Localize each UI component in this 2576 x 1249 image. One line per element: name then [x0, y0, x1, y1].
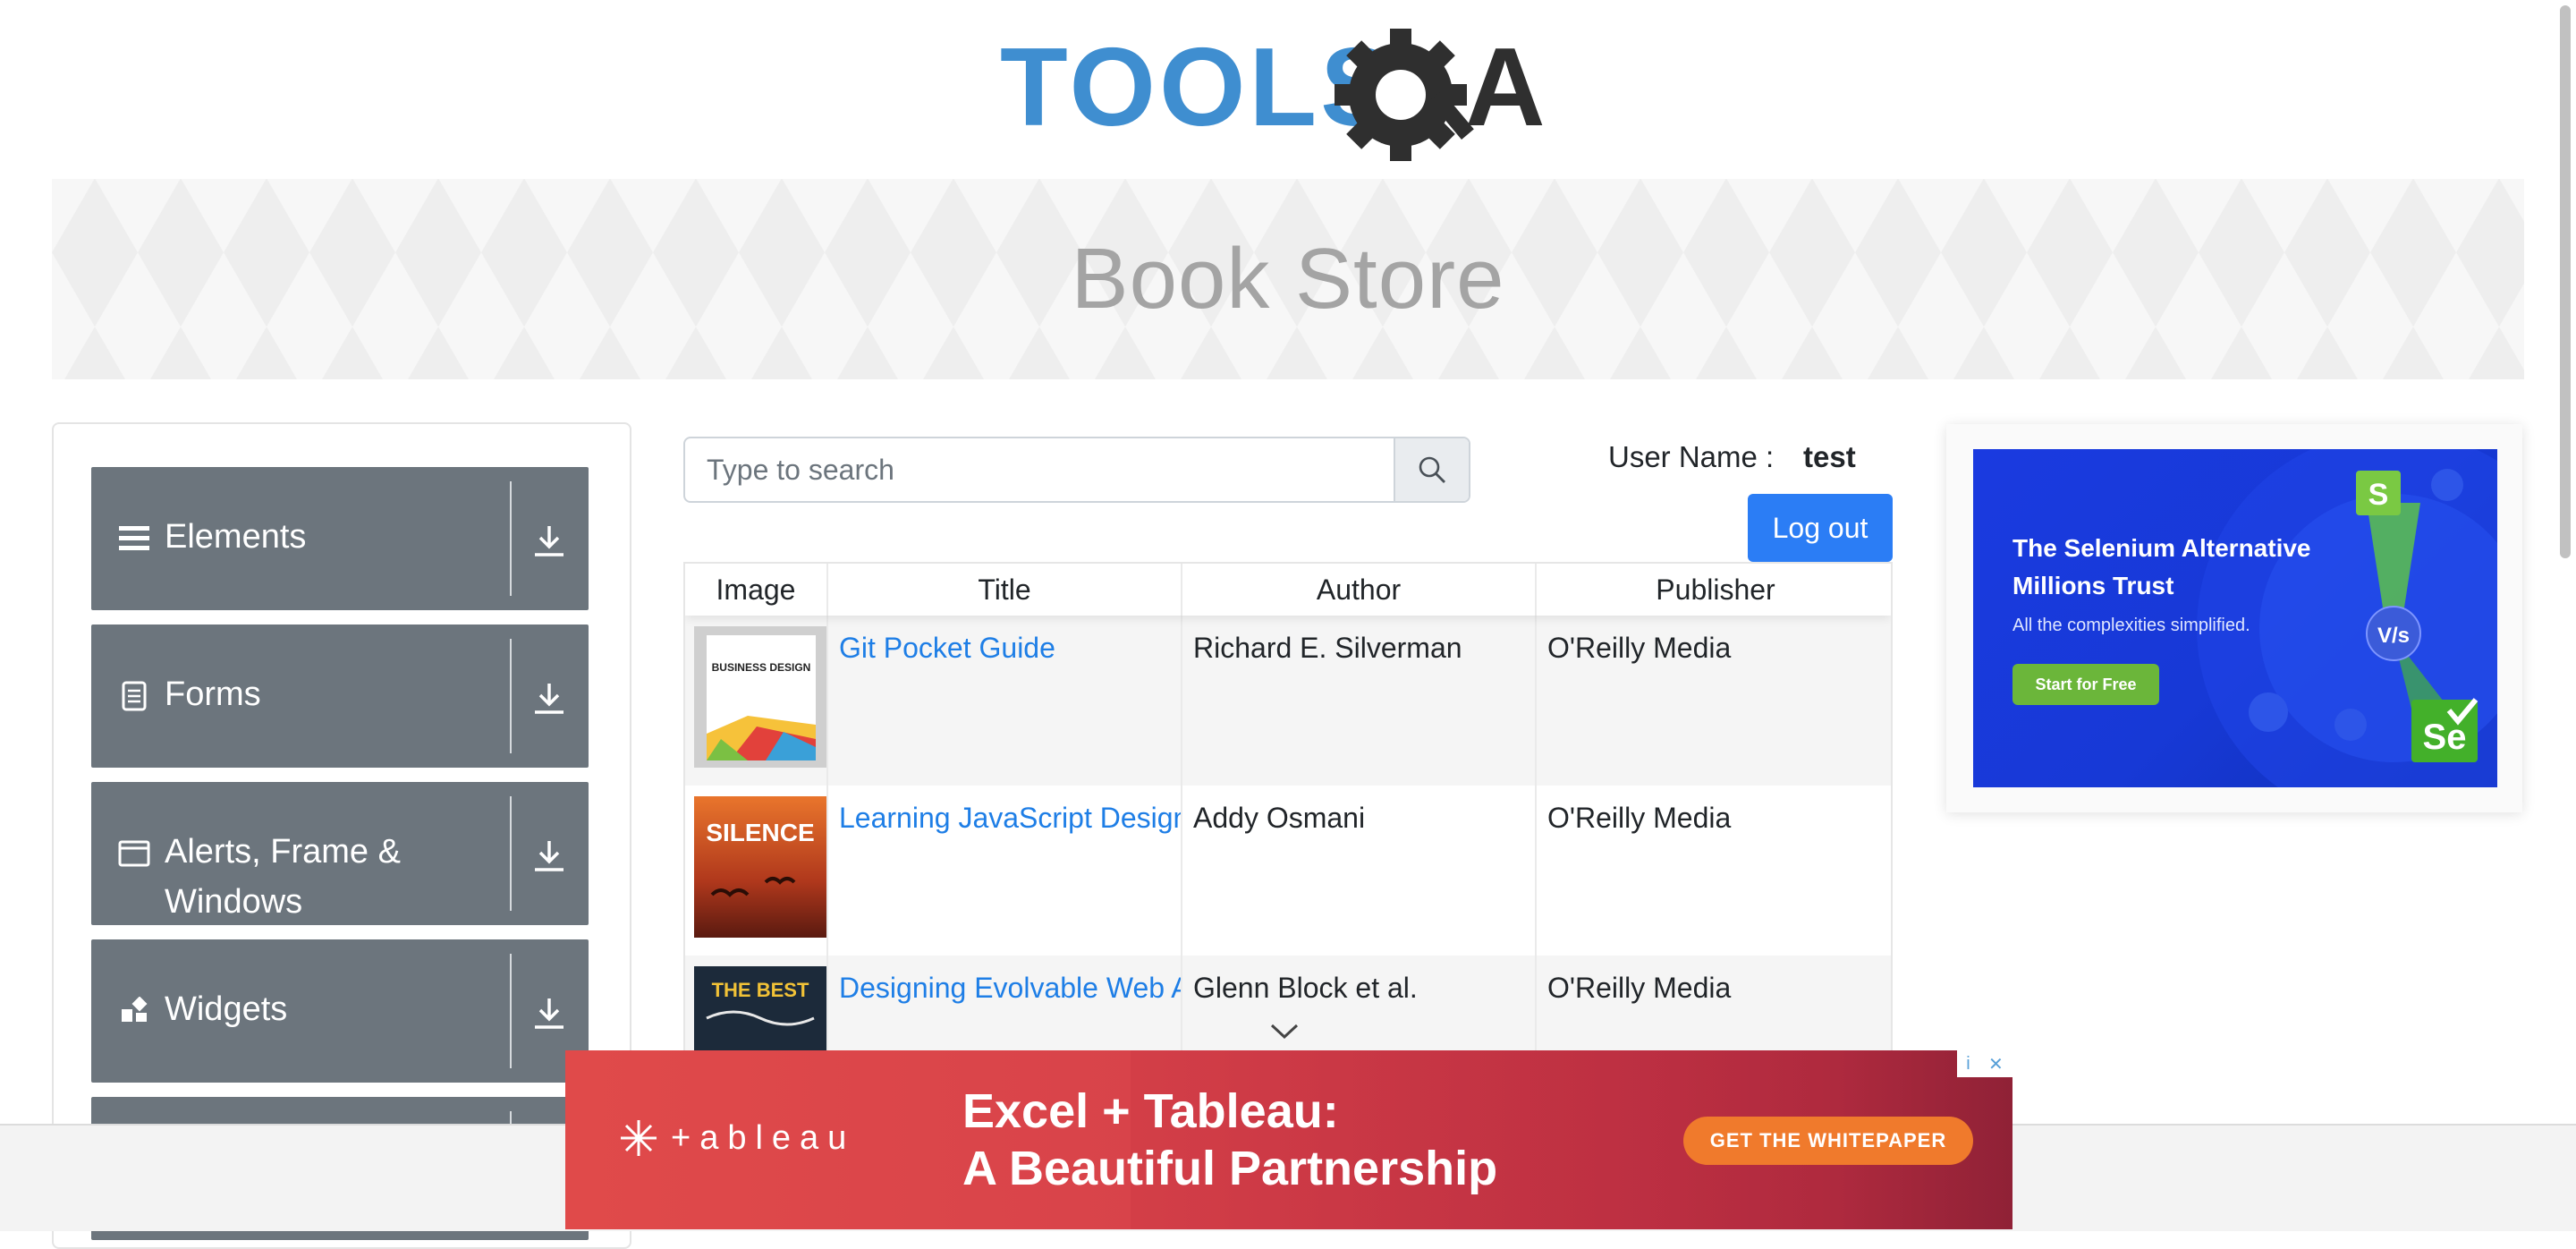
sidebar-group-label: Widgets	[165, 990, 288, 1028]
sidebar-group-alerts[interactable]: Alerts, Frame & Windows	[91, 782, 589, 925]
column-header-author[interactable]: Author	[1182, 564, 1537, 616]
download-icon[interactable]	[530, 523, 569, 558]
column-header-image[interactable]: Image	[685, 564, 828, 616]
ad-headline: The Selenium Alternative Millions Trust	[2012, 534, 2311, 599]
start-free-button[interactable]: Start for Free	[2012, 664, 2159, 705]
close-icon[interactable]: ✕	[1988, 1053, 2004, 1075]
svg-text:BUSINESS DESIGN: BUSINESS DESIGN	[712, 661, 811, 674]
tableau-logo: +ableau	[615, 1115, 855, 1161]
user-name-label: User Name :	[1608, 440, 1775, 473]
ad-headline: Excel + Tableau: A Beautiful Partnership	[962, 1083, 1497, 1197]
book-publisher: O'Reilly Media	[1547, 632, 1732, 664]
book-title-link[interactable]: Git Pocket Guide	[839, 632, 1055, 665]
svg-text:THE BEST: THE BEST	[712, 979, 809, 1001]
sidebar-group-label: Alerts, Frame & Windows	[165, 833, 401, 921]
sidebar-group-elements[interactable]: Elements	[91, 467, 589, 610]
search-button[interactable]	[1394, 438, 1469, 501]
document-icon	[118, 680, 150, 712]
book-author: Richard E. Silverman	[1193, 632, 1462, 664]
divider	[510, 481, 512, 596]
logo-graphic: TOOLS A	[1000, 26, 1546, 161]
page-banner: Book Store	[52, 179, 2524, 379]
hamburger-icon	[118, 523, 150, 555]
ad-headline-line2: A Beautiful Partnership	[962, 1142, 1498, 1195]
cell-image: BUSINESS DESIGN	[685, 616, 828, 786]
sidebar-group-widgets[interactable]: Widgets	[91, 939, 589, 1083]
book-title-link[interactable]: Learning JavaScript Design Patterns	[839, 802, 1181, 835]
tableau-brand: +ableau	[671, 1118, 856, 1157]
tableau-plus-icon	[621, 1120, 657, 1156]
book-author: Glenn Block et al.	[1193, 972, 1418, 1004]
toolsqa-logo[interactable]: TOOLS A	[1000, 25, 1581, 168]
sidebar-group-label: Forms	[165, 675, 261, 713]
sidebar-group-label: Elements	[165, 518, 307, 556]
chevron-down-icon[interactable]	[1268, 1022, 1301, 1041]
svg-text:S: S	[2368, 478, 2389, 512]
cell-image: SILENCE	[685, 786, 828, 956]
scrollbar-thumb[interactable]	[2560, 5, 2571, 558]
page-title: Book Store	[1071, 231, 1505, 327]
column-header-publisher[interactable]: Publisher	[1537, 564, 1891, 616]
divider	[510, 954, 512, 1068]
right-ad-container: S V/s Se The Selenium Alternative Millio…	[1946, 424, 2522, 812]
column-header-title[interactable]: Title	[828, 564, 1182, 616]
sidebar-group-forms[interactable]: Forms	[91, 624, 589, 768]
download-icon[interactable]	[530, 995, 569, 1031]
table-row: BUSINESS DESIGN Git Pocket Guide Richard…	[685, 616, 1891, 786]
search-icon	[1419, 456, 1445, 483]
cell-publisher: O'Reilly Media	[1537, 616, 1891, 786]
book-title-link[interactable]: Designing Evolvable Web APIs with ASP.NE…	[839, 972, 1181, 1005]
ad-subtext: All the complexities simplified.	[2012, 616, 2250, 635]
info-icon[interactable]: i	[1966, 1054, 1970, 1075]
cell-publisher: O'Reilly Media	[1537, 786, 1891, 956]
book-cover-image: SILENCE	[694, 796, 826, 938]
divider	[510, 639, 512, 753]
book-author: Addy Osmani	[1193, 802, 1366, 834]
cell-author: Richard E. Silverman	[1182, 616, 1537, 786]
cell-author: Addy Osmani	[1182, 786, 1537, 956]
ad-headline-line1: Excel + Tableau:	[962, 1084, 1339, 1138]
svg-text:A: A	[1465, 26, 1546, 149]
get-whitepaper-button[interactable]: GET THE WHITEPAPER	[1683, 1117, 1973, 1165]
search-input[interactable]	[685, 438, 1394, 501]
download-icon[interactable]	[530, 680, 569, 716]
tableau-ad[interactable]: +ableau Excel + Tableau: A Beautiful Par…	[565, 1050, 2012, 1229]
svg-text:SILENCE: SILENCE	[706, 819, 814, 846]
table-row: SILENCE Learning JavaScript Design Patte…	[685, 786, 1891, 956]
svg-text:Se: Se	[2423, 718, 2467, 757]
svg-text:V/s: V/s	[2377, 624, 2410, 648]
search-box	[683, 437, 1470, 503]
cell-title: Git Pocket Guide	[828, 616, 1182, 786]
download-icon[interactable]	[530, 837, 569, 873]
book-publisher: O'Reilly Media	[1547, 802, 1732, 834]
divider	[510, 796, 512, 911]
selenium-ad[interactable]: S V/s Se The Selenium Alternative Millio…	[1973, 449, 2497, 787]
gear-icon	[1335, 29, 1474, 161]
ad-choices: i ✕	[1957, 1050, 2012, 1077]
logout-button[interactable]: Log out	[1748, 494, 1893, 562]
window-icon	[118, 837, 150, 870]
widgets-icon	[118, 995, 150, 1027]
cell-title: Learning JavaScript Design Patterns	[828, 786, 1182, 956]
book-cover-image: BUSINESS DESIGN	[694, 626, 826, 768]
table-header: Image Title Author Publisher	[685, 564, 1891, 616]
book-publisher: O'Reilly Media	[1547, 972, 1732, 1004]
user-name-value: test	[1803, 440, 1856, 473]
